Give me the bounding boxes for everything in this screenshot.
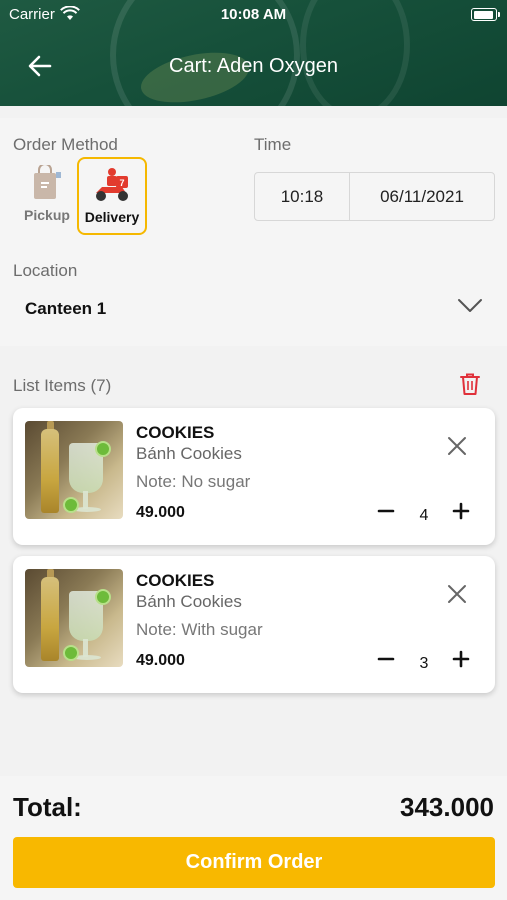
battery-icon [471, 8, 500, 21]
status-time: 10:08 AM [220, 6, 287, 23]
item-note: Note: With sugar [136, 620, 263, 639]
location-label: Location [13, 261, 78, 280]
chevron-down-icon[interactable] [456, 296, 484, 316]
time-label: Time [254, 135, 292, 154]
trash-icon[interactable] [459, 372, 481, 396]
confirm-order-button[interactable]: Confirm Order [13, 837, 495, 888]
total-value: 343.000 [400, 792, 494, 822]
page-title: Cart: Aden Oxygen [169, 55, 338, 77]
item-price: 49.000 [136, 504, 185, 521]
close-icon[interactable] [446, 583, 468, 605]
item-quantity: 3 [419, 655, 429, 672]
item-note: Note: No sugar [136, 472, 251, 491]
delivery-scooter-icon: 7 [96, 168, 128, 201]
minus-icon[interactable] [375, 500, 397, 522]
delivery-label: Delivery [84, 209, 140, 225]
pickup-bag-icon [34, 165, 61, 199]
product-image [25, 421, 123, 519]
cart-item-card: COOKIES Bánh Cookies Note: No sugar 49.0… [13, 408, 495, 545]
time-picker: 10:18 06/11/2021 [254, 172, 495, 221]
item-name: COOKIES [136, 571, 215, 590]
delivery-option[interactable]: 7 Delivery [77, 157, 147, 235]
location-select[interactable]: Canteen 1 [25, 299, 106, 319]
item-subtitle: Bánh Cookies [136, 592, 242, 611]
cart-item-card: COOKIES Bánh Cookies Note: With sugar 49… [13, 556, 495, 693]
pickup-option[interactable]: Pickup [14, 157, 80, 235]
order-method-label: Order Method [13, 135, 118, 154]
plus-icon[interactable] [450, 500, 472, 522]
status-bar: Carrier 10:08 AM [0, 0, 507, 30]
list-items-label: List Items (7) [13, 376, 112, 395]
close-icon[interactable] [446, 435, 468, 457]
svg-text:7: 7 [119, 178, 124, 188]
item-subtitle: Bánh Cookies [136, 444, 242, 463]
time-field[interactable]: 10:18 [255, 173, 350, 220]
item-price: 49.000 [136, 652, 185, 669]
total-label: Total: [13, 792, 82, 822]
minus-icon[interactable] [375, 648, 397, 670]
app-header: Carrier 10:08 AM Cart: Aden Oxygen [0, 0, 507, 106]
plus-icon[interactable] [450, 648, 472, 670]
item-name: COOKIES [136, 423, 215, 442]
item-quantity: 4 [419, 507, 429, 524]
date-field[interactable]: 06/11/2021 [350, 173, 494, 220]
product-image [25, 569, 123, 667]
pickup-label: Pickup [24, 207, 70, 223]
